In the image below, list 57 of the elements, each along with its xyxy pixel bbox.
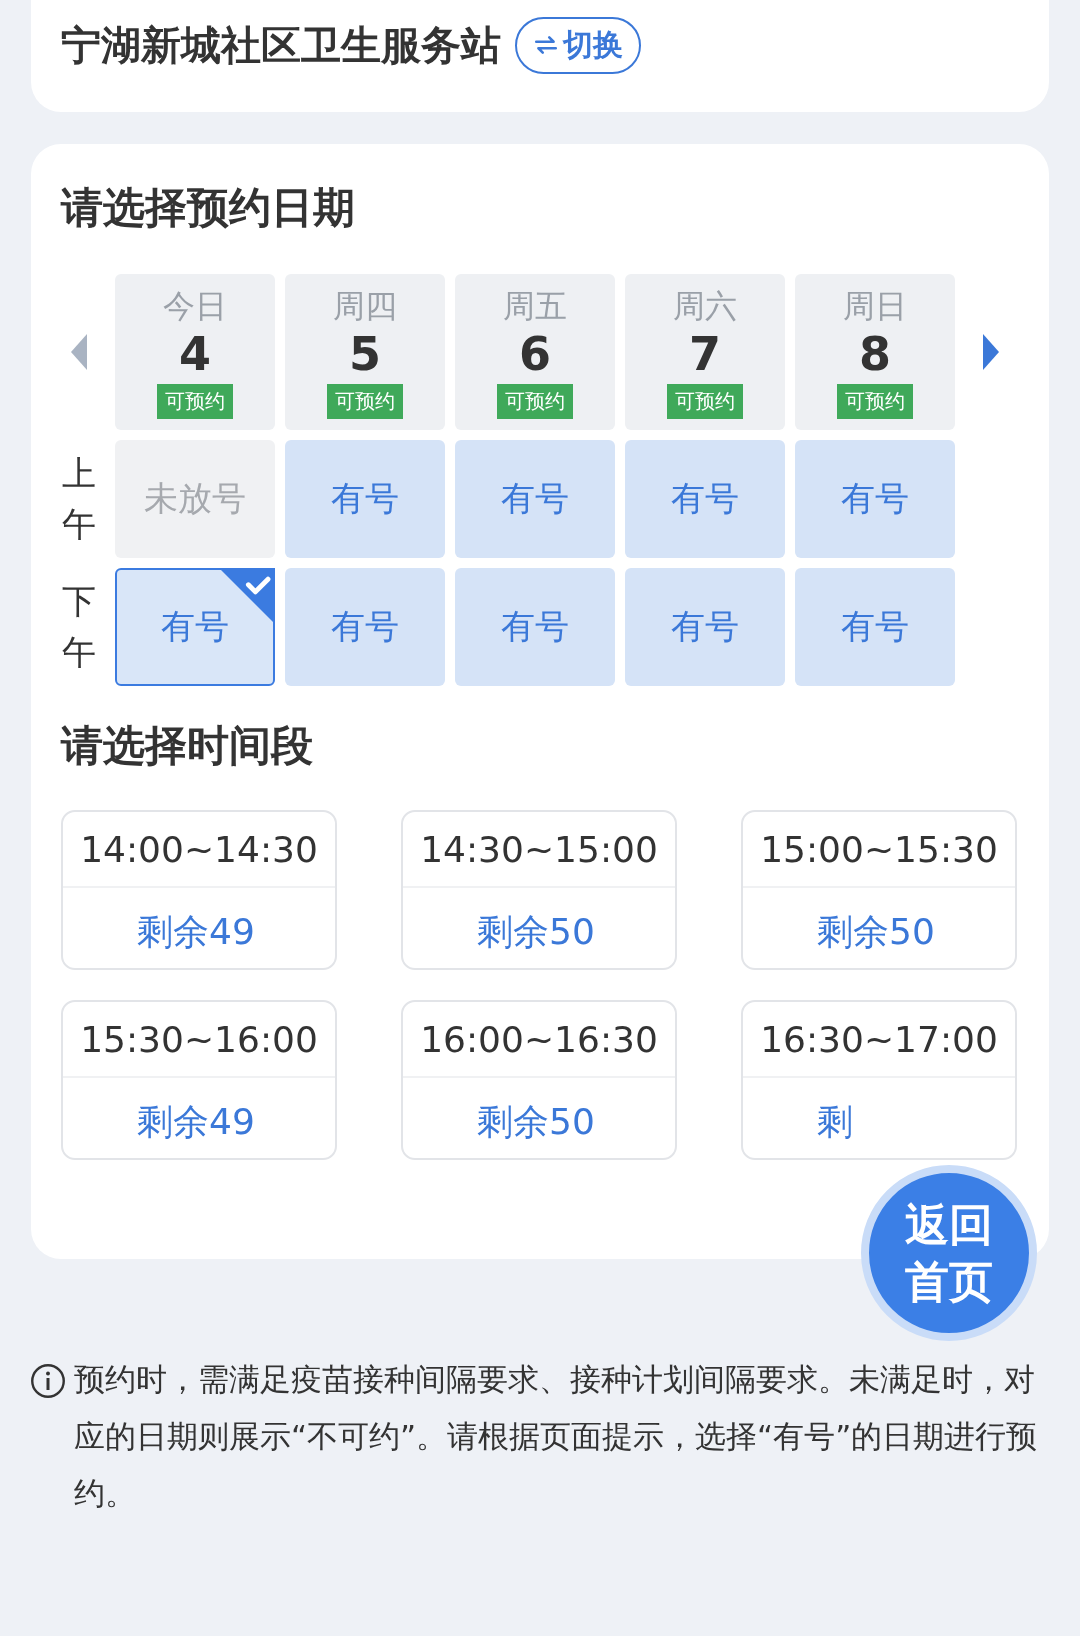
status-badge: 可预约 [667, 383, 743, 419]
weekday-label: 周五 [503, 286, 567, 328]
period-label: 上午 [62, 452, 96, 546]
time-range: 16:30~17:00 [743, 1002, 1015, 1078]
status-badge: 可预约 [497, 383, 573, 419]
availability-cell[interactable]: 有号 [285, 440, 445, 558]
switch-button[interactable]: 切换 [515, 16, 641, 74]
time-slot-card[interactable]: 16:00~16:30 剩余50 [401, 1000, 677, 1160]
availability-cell[interactable]: 有号 [455, 568, 615, 686]
remaining-count: 剩余49 [137, 910, 255, 954]
date-tab[interactable]: 周五 6 可预约 [455, 274, 615, 430]
availability-cell[interactable]: 有号 [285, 568, 445, 686]
time-slot-card[interactable]: 15:30~16:00 剩余49 [61, 1000, 337, 1160]
remaining-count: 剩 [817, 1100, 853, 1144]
next-arrow-icon[interactable] [980, 332, 1002, 372]
remaining-count: 剩余49 [137, 1100, 255, 1144]
time-slot-card[interactable]: 14:30~15:00 剩余50 [401, 810, 677, 970]
day-number: 4 [179, 329, 211, 380]
home-floating-button[interactable]: 返回首页 [861, 1165, 1037, 1341]
time-slot-card[interactable]: 15:00~15:30 剩余50 [741, 810, 1017, 970]
date-tab[interactable]: 周四 5 可预约 [285, 274, 445, 430]
availability-cell[interactable]: 有号 [625, 568, 785, 686]
day-number: 5 [349, 329, 381, 380]
clinic-name: 宁湖新城社区卫生服务站 [61, 20, 501, 70]
weekday-label: 周四 [333, 286, 397, 328]
section-heading: 请选择时间段 [61, 720, 314, 772]
weekday-label: 今日 [163, 286, 227, 328]
time-range: 14:30~15:00 [403, 812, 675, 888]
day-number: 7 [689, 329, 721, 380]
info-icon [30, 1363, 66, 1399]
section-heading: 请选择预约日期 [61, 182, 356, 234]
time-slot-card[interactable]: 14:00~14:30 剩余49 [61, 810, 337, 970]
weekday-label: 周六 [673, 286, 737, 328]
day-number: 6 [519, 329, 551, 380]
availability-cell[interactable]: 有号 [795, 568, 955, 686]
time-range: 14:00~14:30 [63, 812, 335, 888]
day-number: 8 [859, 329, 891, 380]
availability-cell[interactable]: 有号 [625, 440, 785, 558]
time-range: 16:00~16:30 [403, 1002, 675, 1078]
availability-cell[interactable]: 有号 [115, 568, 275, 686]
notice-text: 预约时，需满足疫苗接种间隔要求、接种计划间隔要求。未满足时，对应的日期则展示“不可约”。请根据页面提示，选择“有号”的日期进行预约。 [74, 1360, 1039, 1513]
status-badge: 可预约 [327, 383, 403, 419]
date-tab[interactable]: 周六 7 可预约 [625, 274, 785, 430]
availability-cell[interactable]: 有号 [795, 440, 955, 558]
availability-cell[interactable]: 有号 [455, 440, 615, 558]
date-tab[interactable]: 今日 4 可预约 [115, 274, 275, 430]
remaining-count: 剩余50 [477, 1100, 595, 1144]
remaining-count: 剩余50 [477, 910, 595, 954]
time-range: 15:00~15:30 [743, 812, 1015, 888]
weekday-label: 周日 [843, 286, 907, 328]
time-slot-card[interactable]: 16:30~17:00 剩 [741, 1000, 1017, 1160]
status-badge: 可预约 [837, 383, 913, 419]
status-badge: 可预约 [157, 383, 233, 419]
time-range: 15:30~16:00 [63, 1002, 335, 1078]
remaining-count: 剩余50 [817, 910, 935, 954]
date-tab[interactable]: 周日 8 可预约 [795, 274, 955, 430]
period-label: 下午 [62, 580, 96, 674]
